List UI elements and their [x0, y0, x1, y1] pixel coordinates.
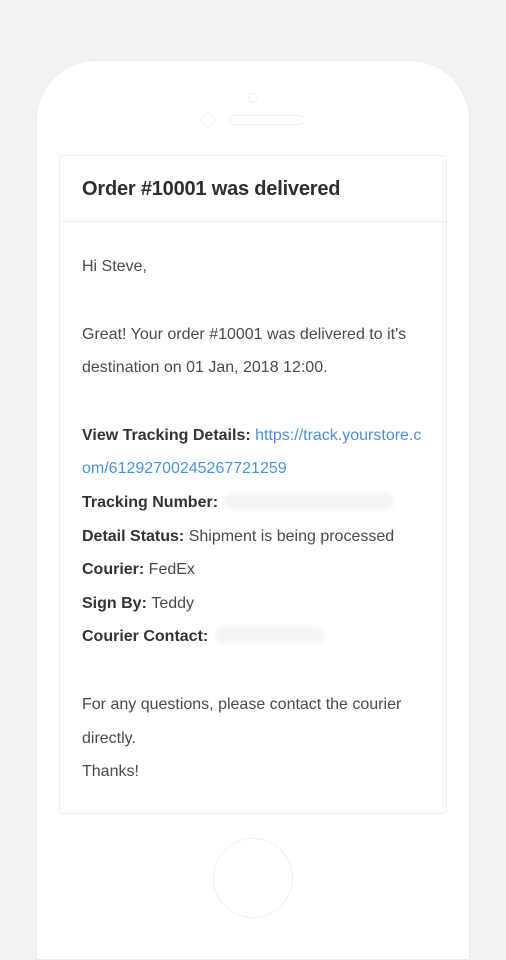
phone-frame: Order #10001 was delivered Hi Steve, Gre… — [36, 60, 470, 960]
email-body: Hi Steve, Great! Your order #10001 was d… — [60, 222, 446, 813]
view-tracking-label: View Tracking Details: — [82, 427, 255, 444]
tracking-number-label: Tracking Number: — [82, 494, 222, 511]
footer-line-2: Thanks! — [82, 763, 139, 780]
courier-label: Courier: — [82, 561, 149, 578]
sign-by-value: Teddy — [151, 595, 194, 612]
greeting: Hi Steve, — [82, 250, 424, 284]
courier-contact-label: Courier Contact: — [82, 628, 213, 645]
tracking-number-value-redacted — [224, 493, 394, 509]
email-title: Order #10001 was delivered — [82, 178, 424, 201]
courier-value: FedEx — [149, 561, 195, 578]
speaker-icon — [229, 115, 305, 125]
view-tracking-row: View Tracking Details: https://track.you… — [82, 419, 424, 486]
detail-status-row: Detail Status: Shipment is being process… — [82, 520, 424, 554]
detail-status-label: Detail Status: — [82, 528, 189, 545]
home-button[interactable] — [213, 838, 293, 918]
email-card: Order #10001 was delivered Hi Steve, Gre… — [59, 155, 447, 814]
email-header: Order #10001 was delivered — [60, 156, 446, 222]
tracking-block: View Tracking Details: https://track.you… — [82, 419, 424, 654]
speaker-row — [201, 113, 305, 127]
footer-paragraph: For any questions, please contact the co… — [82, 688, 424, 789]
sign-by-label: Sign By: — [82, 595, 151, 612]
detail-status-value: Shipment is being processed — [189, 528, 394, 545]
camera-icon — [248, 93, 258, 103]
phone-status-bar — [37, 93, 469, 127]
intro-paragraph: Great! Your order #10001 was delivered t… — [82, 318, 424, 385]
footer-line-1: For any questions, please contact the co… — [82, 696, 401, 747]
courier-contact-row: Courier Contact: — [82, 620, 424, 654]
tracking-number-row: Tracking Number: — [82, 486, 424, 520]
sign-by-row: Sign By: Teddy — [82, 587, 424, 621]
courier-row: Courier: FedEx — [82, 553, 424, 587]
courier-contact-value-redacted — [215, 627, 325, 643]
sensor-icon — [201, 113, 215, 127]
